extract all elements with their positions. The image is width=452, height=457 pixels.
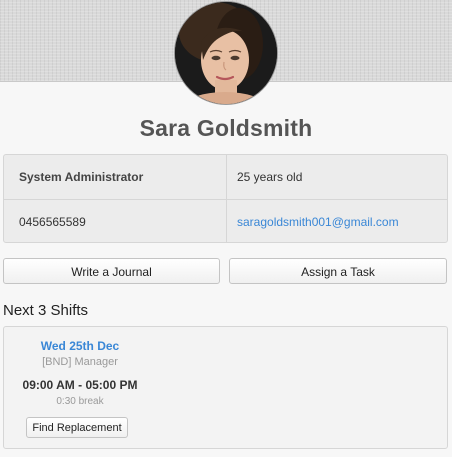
details-row: System Administrator 25 years old	[4, 155, 447, 199]
shift-role: [BND] Manager	[42, 356, 118, 368]
find-replacement-button[interactable]: Find Replacement	[26, 417, 128, 438]
assign-task-button[interactable]: Assign a Task	[229, 258, 447, 284]
profile-name: Sara Goldsmith	[139, 115, 313, 141]
details-row: 0456565589 saragoldsmith001@gmail.com	[4, 199, 447, 244]
shifts-heading: Next 3 Shifts	[3, 302, 89, 319]
shift-break: 0:30 break	[56, 396, 104, 407]
phone-text: 0456565589	[19, 215, 86, 229]
shifts-card: Wed 25th Dec [BND] Manager 09:00 AM - 05…	[3, 326, 448, 449]
email-link[interactable]: saragoldsmith001@gmail.com	[237, 200, 437, 244]
shift-date-link[interactable]: Wed 25th Dec	[18, 339, 142, 353]
age-text: 25 years old	[237, 170, 303, 184]
shift-time: 09:00 AM - 05:00 PM	[22, 378, 138, 392]
profile-photo-icon	[175, 2, 277, 104]
write-journal-button[interactable]: Write a Journal	[3, 258, 220, 284]
profile-details-card: System Administrator 25 years old 045656…	[3, 154, 448, 243]
role-text: System Administrator	[19, 170, 144, 184]
profile-avatar	[175, 2, 277, 104]
